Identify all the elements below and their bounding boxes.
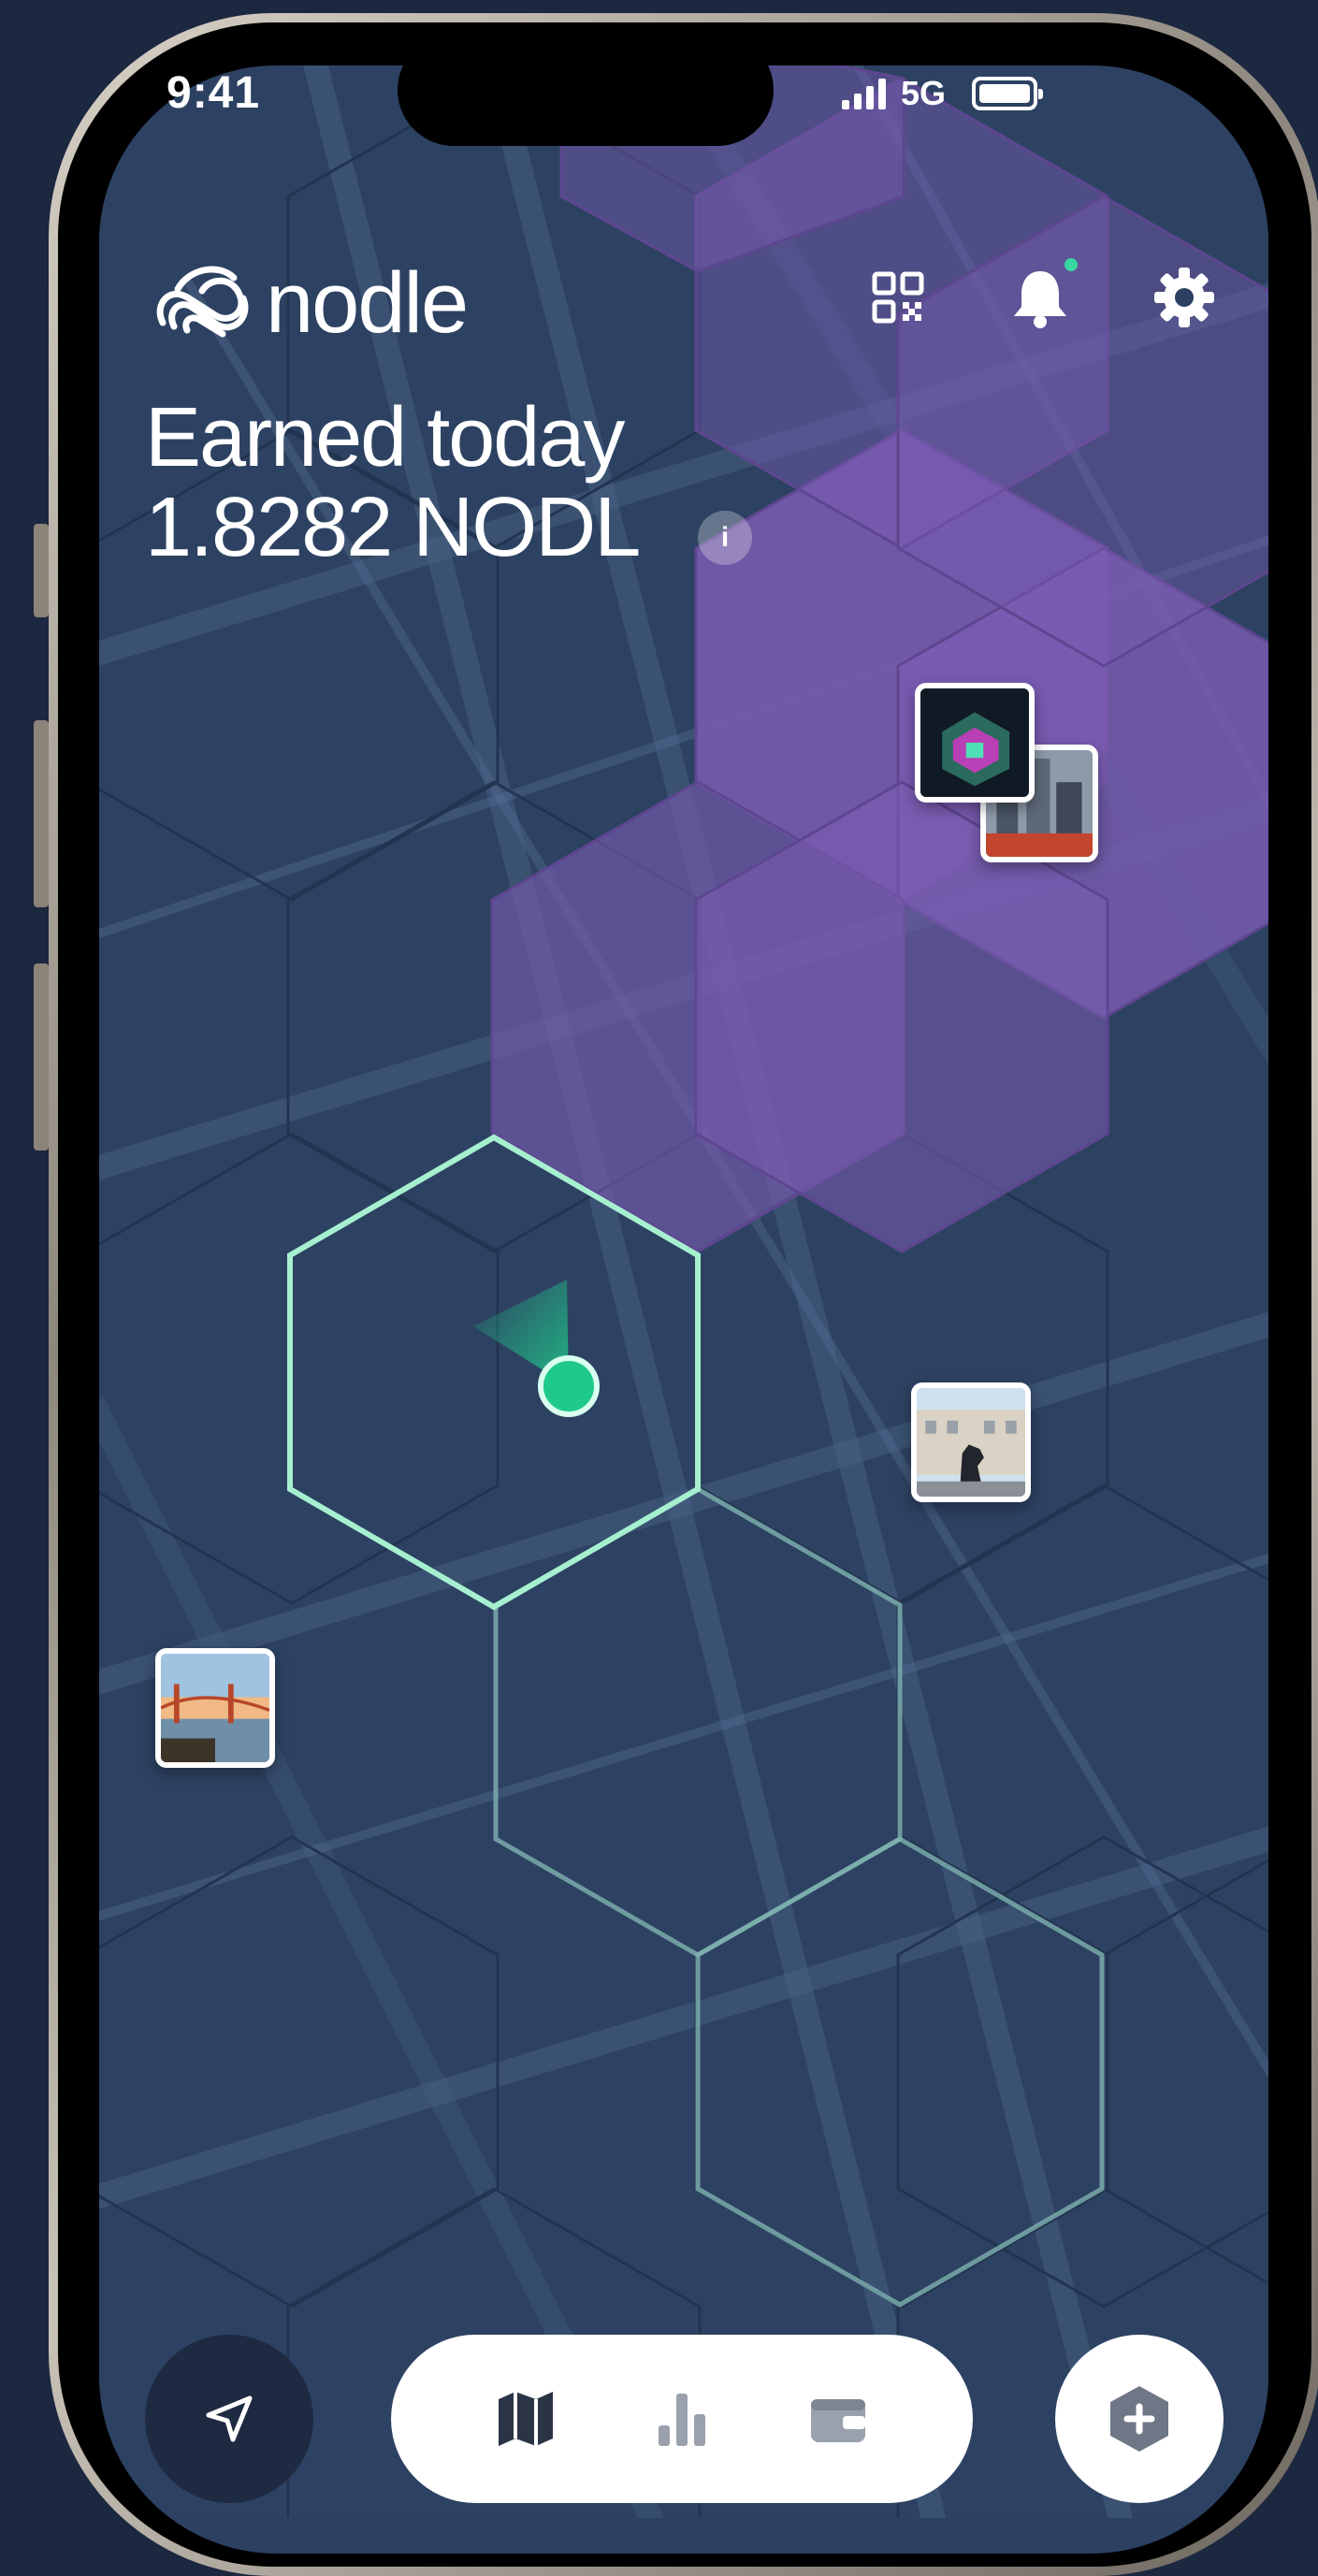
notifications-button[interactable] <box>1003 260 1078 335</box>
stats-icon <box>658 2394 705 2446</box>
gear-icon <box>1154 268 1214 327</box>
hex-map[interactable] <box>0 0 1318 2518</box>
navigation-arrow-icon <box>206 2395 253 2442</box>
add-button[interactable] <box>1055 2335 1224 2503</box>
brand-name: nodle <box>266 255 469 351</box>
notification-dot <box>1065 258 1078 271</box>
signal-icon <box>842 78 886 109</box>
statue-building-photo <box>917 1388 1025 1497</box>
photo-marker-statue-building[interactable] <box>911 1382 1031 1502</box>
qr-code-icon <box>872 271 924 324</box>
nodle-logo-icon <box>156 266 249 337</box>
wallet-icon <box>811 2399 866 2442</box>
user-location-dot <box>538 1355 600 1417</box>
map-icon <box>498 2392 553 2446</box>
dynamic-island <box>398 34 774 146</box>
photo-marker-city-night[interactable] <box>915 683 1035 803</box>
status-indicators: 5G <box>842 70 1044 117</box>
earned-today-label: Earned today <box>145 391 625 485</box>
info-button[interactable]: i <box>698 511 752 565</box>
settings-button[interactable] <box>1147 260 1222 335</box>
tab-wallet[interactable] <box>801 2381 876 2456</box>
qr-code-button[interactable] <box>861 260 935 335</box>
network-type: 5G <box>901 74 947 112</box>
bell-icon <box>1014 271 1066 328</box>
app-logo: nodle <box>150 254 469 353</box>
tab-map[interactable] <box>488 2381 563 2456</box>
status-time: 9:41 <box>167 68 261 118</box>
bottom-tab-bar <box>391 2335 973 2503</box>
earnings-summary: Earned today 1.8282 NODL <box>145 391 641 574</box>
photo-marker-golden-gate[interactable] <box>155 1648 275 1768</box>
earned-amount: 1.8282 NODL <box>145 481 641 574</box>
battery-icon <box>972 77 1044 110</box>
golden-gate-photo <box>161 1654 269 1762</box>
recenter-location-button[interactable] <box>145 2335 313 2503</box>
plus-hexagon-icon <box>1110 2386 1168 2452</box>
city-night-photo <box>920 688 1029 797</box>
tab-stats[interactable] <box>645 2381 719 2456</box>
